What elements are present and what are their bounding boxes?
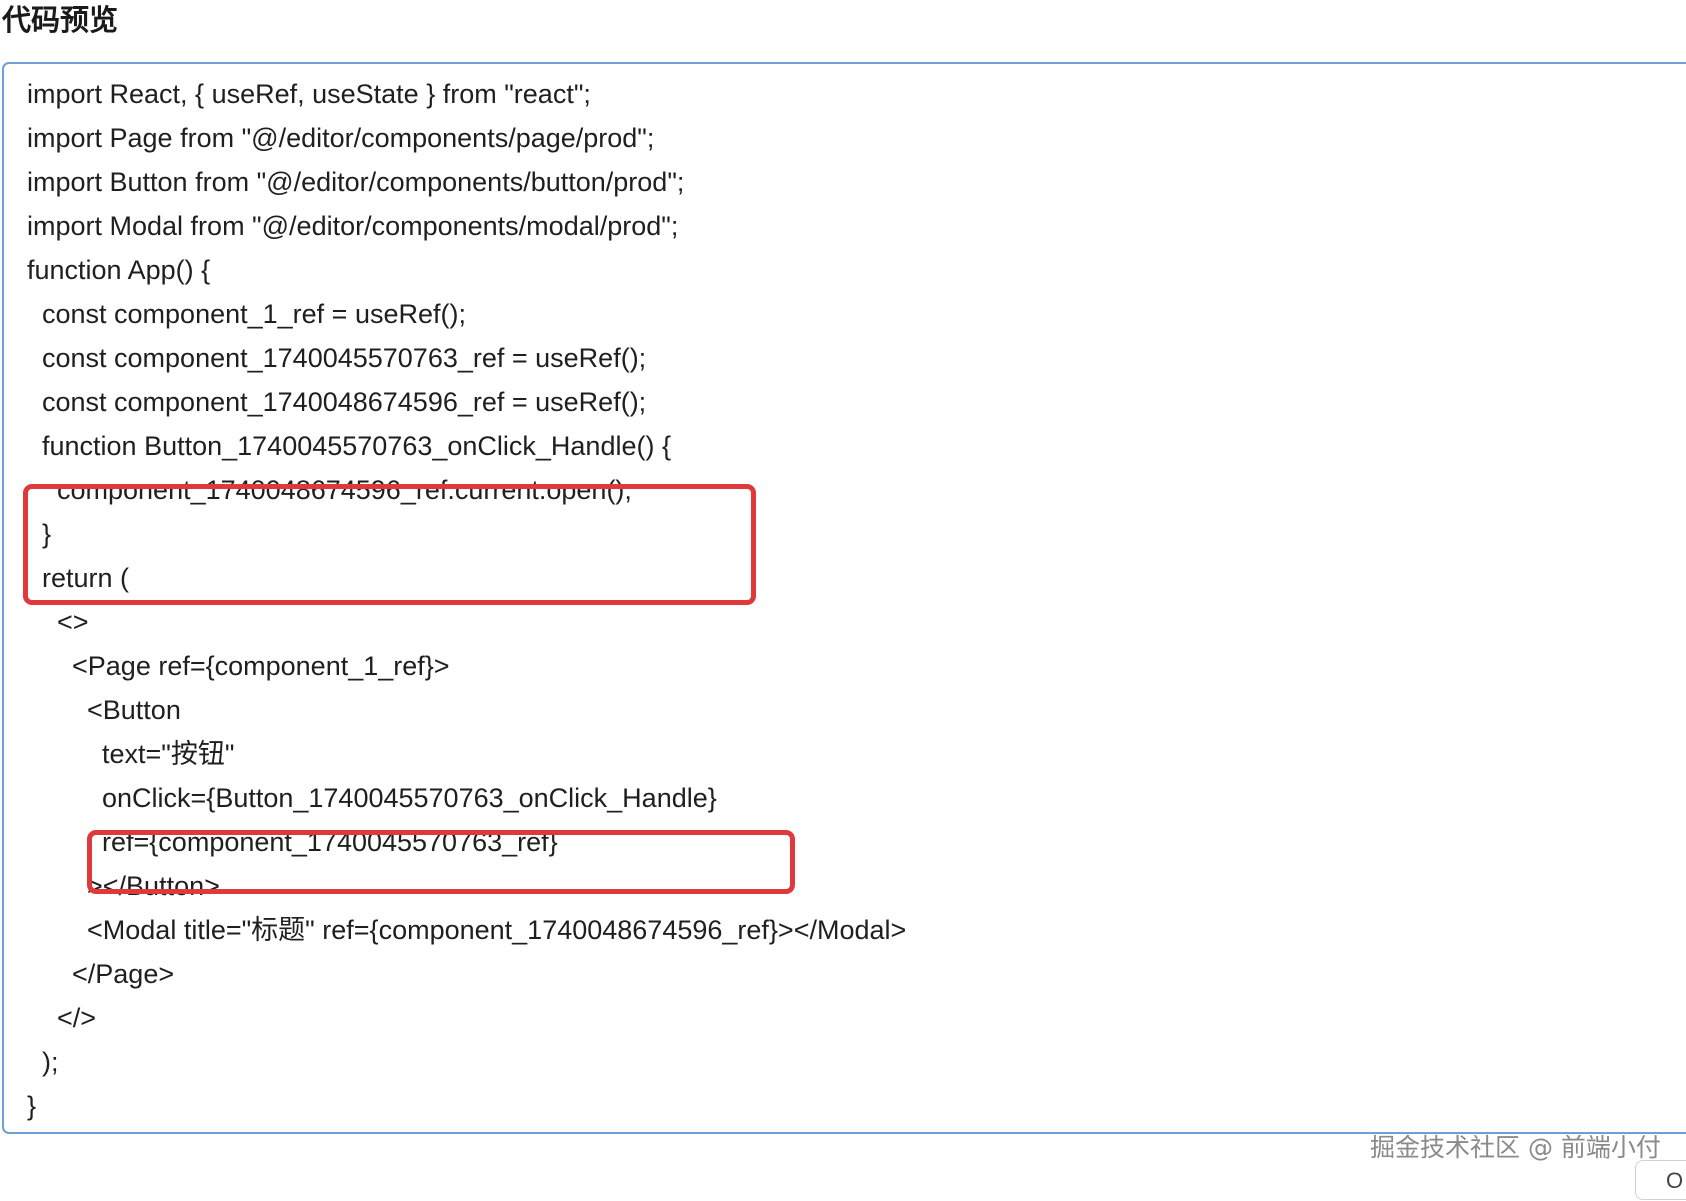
- code-line: component_1740048674596_ref.current.open…: [27, 475, 632, 505]
- code-preview-box[interactable]: import React, { useRef, useState } from …: [2, 62, 1686, 1134]
- code-line: onClick={Button_1740045570763_onClick_Ha…: [27, 783, 717, 813]
- code-line: import Modal from "@/editor/components/m…: [27, 211, 679, 241]
- code-lines: import React, { useRef, useState } from …: [27, 72, 906, 1128]
- code-line: );: [27, 1047, 59, 1077]
- code-line: <Button: [27, 695, 181, 725]
- scroll-widget[interactable]: O: [1635, 1160, 1686, 1200]
- code-line: <Modal title="标题" ref={component_1740048…: [27, 915, 907, 945]
- code-line: }: [27, 1091, 37, 1121]
- code-line: </>: [27, 1003, 97, 1033]
- code-line: const component_1_ref = useRef();: [27, 299, 466, 329]
- scroll-widget-label: O: [1666, 1168, 1684, 1193]
- code-line: const component_1740048674596_ref = useR…: [27, 387, 647, 417]
- code-line: import React, { useRef, useState } from …: [27, 79, 591, 109]
- watermark: 掘金技术社区 @ 前端小付: [1370, 1133, 1661, 1162]
- code-line: const component_1740045570763_ref = useR…: [27, 343, 647, 373]
- code-line: <>: [27, 607, 89, 637]
- code-line: <Page ref={component_1_ref}>: [27, 651, 450, 681]
- code-line: import Page from "@/editor/components/pa…: [27, 123, 655, 153]
- code-line: ></Button>: [27, 871, 220, 901]
- code-line: return (: [27, 563, 130, 593]
- code-line: function App() {: [27, 255, 211, 285]
- code-line: import Button from "@/editor/components/…: [27, 167, 685, 197]
- code-line: }: [27, 519, 52, 549]
- code-line: </Page>: [27, 959, 175, 989]
- code-line: function Button_1740045570763_onClick_Ha…: [27, 431, 671, 461]
- page-title: 代码预览: [2, 3, 119, 37]
- code-line: text="按钮": [27, 739, 235, 769]
- code-line: ref={component_1740045570763_ref}: [27, 827, 558, 857]
